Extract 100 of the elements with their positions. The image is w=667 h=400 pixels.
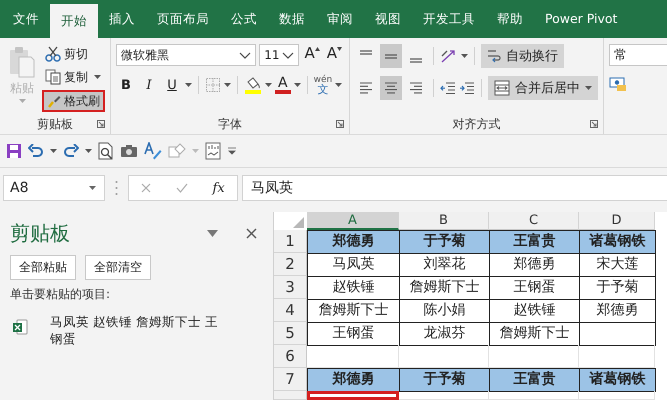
fill-bucket-icon[interactable] bbox=[244, 76, 262, 94]
wrap-text-button[interactable]: 自动换行 bbox=[481, 44, 564, 68]
caret-icon[interactable] bbox=[224, 83, 231, 87]
scissors-icon[interactable] bbox=[45, 46, 61, 62]
center-icon[interactable] bbox=[384, 81, 398, 95]
chevron-down-icon[interactable] bbox=[239, 52, 252, 58]
table-cell[interactable] bbox=[579, 322, 656, 346]
table-cell[interactable]: 于予菊 bbox=[399, 368, 490, 392]
decrease-icon bbox=[337, 47, 342, 51]
table-cell[interactable]: 郑德勇 bbox=[307, 230, 400, 254]
caret-icon[interactable] bbox=[94, 75, 101, 79]
caret-icon[interactable] bbox=[335, 83, 342, 87]
ribbon-tab[interactable]: 公式 bbox=[220, 4, 268, 34]
merge-cells-icon[interactable] bbox=[494, 80, 510, 96]
check-icon[interactable] bbox=[176, 183, 188, 193]
undo-icon[interactable] bbox=[28, 144, 44, 158]
ribbon-tab[interactable]: 审阅 bbox=[316, 4, 364, 34]
excel-file-icon[interactable] bbox=[12, 319, 28, 335]
row-header[interactable]: 6 bbox=[274, 345, 307, 368]
caret-icon[interactable] bbox=[585, 86, 592, 90]
row-header[interactable]: 7 bbox=[274, 368, 307, 391]
dialog-launcher-icon[interactable] bbox=[590, 120, 598, 128]
dropdown-icon[interactable] bbox=[207, 230, 218, 237]
ribbon-tab[interactable]: 视图 bbox=[364, 4, 412, 34]
font-size-dropdown[interactable]: 11 bbox=[259, 44, 300, 66]
dialog-launcher-icon[interactable] bbox=[97, 120, 105, 128]
ribbon-tab[interactable]: Power Pivot bbox=[534, 4, 628, 34]
caret-icon[interactable] bbox=[294, 83, 301, 87]
row-header[interactable]: 1 bbox=[274, 230, 307, 253]
table-cell[interactable]: 王富贵 bbox=[489, 230, 580, 254]
italic-button[interactable]: I bbox=[139, 74, 159, 96]
customize-toolbar-icon[interactable] bbox=[227, 147, 237, 155]
font-name-dropdown[interactable]: 微软雅黑 bbox=[116, 44, 256, 66]
ribbon-tab[interactable]: 数据 bbox=[268, 4, 316, 34]
paintbrush-icon[interactable] bbox=[47, 94, 61, 108]
ribbon-tab[interactable]: 帮助 bbox=[486, 4, 534, 34]
dialog-launcher-icon[interactable] bbox=[336, 120, 344, 128]
table-cell[interactable]: 诸葛钢铁 bbox=[579, 368, 656, 392]
increase-font-size-button[interactable]: A bbox=[302, 44, 322, 66]
pane-button[interactable]: 全部粘贴 bbox=[10, 255, 76, 280]
decrease-font-size-button[interactable]: A bbox=[324, 44, 344, 66]
redo-icon[interactable] bbox=[63, 144, 79, 158]
caret-icon[interactable] bbox=[89, 186, 96, 190]
ribbon-tab[interactable]: 开发工具 bbox=[412, 4, 486, 34]
save-icon[interactable] bbox=[6, 143, 22, 159]
copy-button[interactable]: 复制 bbox=[42, 67, 91, 87]
row-header[interactable]: 3 bbox=[274, 276, 307, 299]
copy-icon[interactable] bbox=[45, 69, 61, 85]
align-left-icon[interactable] bbox=[359, 81, 373, 95]
underline-button[interactable]: U bbox=[162, 74, 182, 96]
column-header[interactable]: D bbox=[579, 212, 655, 230]
table-cell[interactable]: 王钢蛋 bbox=[307, 322, 400, 346]
font-color-button[interactable]: A bbox=[275, 76, 291, 94]
row-header[interactable]: 2 bbox=[274, 253, 307, 276]
spelling-icon[interactable] bbox=[144, 142, 162, 160]
pane-button[interactable]: 全部清空 bbox=[85, 255, 151, 280]
column-header[interactable]: C bbox=[489, 212, 579, 230]
merge-center-button[interactable]: 合并后居中 bbox=[488, 76, 598, 100]
group-label: 对齐方式 bbox=[452, 116, 500, 132]
cut-button[interactable]: 剪切 bbox=[42, 44, 105, 64]
name-box[interactable]: A8 bbox=[3, 175, 105, 201]
ribbon-tab[interactable]: 插入 bbox=[98, 4, 146, 34]
table-cell[interactable]: 郑德勇 bbox=[307, 368, 400, 392]
decrease-indent-icon[interactable] bbox=[440, 81, 456, 95]
caret-icon[interactable] bbox=[85, 149, 92, 153]
row-header[interactable]: 4 bbox=[274, 299, 307, 322]
align-right-icon[interactable] bbox=[409, 81, 423, 95]
caret-icon[interactable] bbox=[185, 83, 192, 87]
alignment-button[interactable] bbox=[380, 76, 402, 100]
close-icon[interactable] bbox=[246, 228, 257, 239]
table-cell[interactable]: 王富贵 bbox=[489, 368, 580, 392]
alignment-button[interactable] bbox=[380, 44, 402, 68]
bold-button[interactable]: B bbox=[116, 74, 136, 96]
increase-icon bbox=[314, 47, 320, 51]
splitter-handle-icon[interactable] bbox=[115, 180, 118, 196]
phonetic-guide-button[interactable]: wén 文 bbox=[314, 75, 332, 95]
format-painter-button[interactable]: 格式刷 bbox=[42, 90, 105, 112]
caret-icon[interactable] bbox=[461, 54, 468, 58]
table-cell[interactable]: 诸葛钢铁 bbox=[579, 230, 656, 254]
ribbon-tab[interactable]: 文件 bbox=[2, 4, 50, 34]
chevron-down-icon[interactable] bbox=[282, 52, 294, 58]
number-format-dropdown[interactable]: 常 bbox=[609, 44, 667, 66]
currency-format-icon[interactable] bbox=[609, 76, 627, 92]
clipboard-item[interactable]: 马凤英 赵铁锤 詹姆斯下士 王钢蛋 bbox=[50, 313, 230, 347]
row-header[interactable]: 5 bbox=[274, 322, 307, 345]
chart-icon[interactable] bbox=[205, 142, 221, 160]
caret-icon[interactable] bbox=[265, 83, 272, 87]
caret-icon[interactable] bbox=[50, 149, 57, 153]
pane-title: 剪贴板 bbox=[10, 220, 70, 247]
column-header[interactable]: B bbox=[399, 212, 489, 230]
increase-indent-icon[interactable] bbox=[459, 81, 475, 95]
camera-icon[interactable] bbox=[120, 144, 138, 158]
ribbon-tab[interactable]: 页面布局 bbox=[146, 4, 220, 34]
insert-function-button[interactable]: fx bbox=[212, 180, 225, 196]
wrap-text-icon[interactable] bbox=[487, 48, 501, 64]
ribbon-tab[interactable]: 开始 bbox=[50, 4, 98, 38]
column-header[interactable]: A bbox=[307, 212, 399, 230]
formula-input-field[interactable]: 马凤英 bbox=[242, 175, 667, 201]
table-cell[interactable]: 于予菊 bbox=[399, 230, 490, 254]
print-preview-icon[interactable] bbox=[98, 142, 114, 160]
